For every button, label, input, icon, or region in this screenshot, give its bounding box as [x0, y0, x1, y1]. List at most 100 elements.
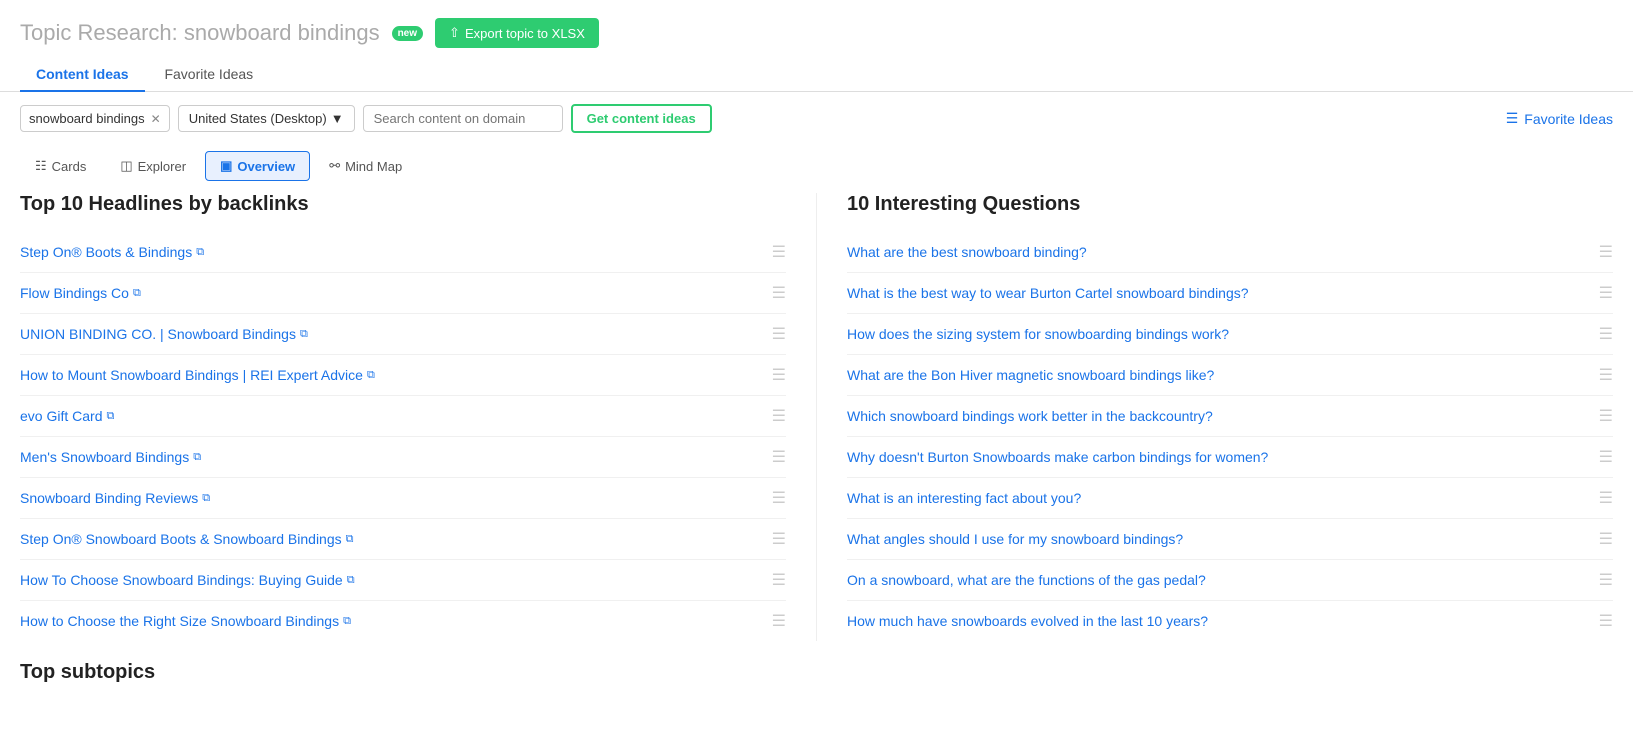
- favorite-icon[interactable]: ☰: [772, 365, 786, 385]
- tab-content-ideas[interactable]: Content Ideas: [20, 58, 145, 92]
- list-item: What angles should I use for my snowboar…: [847, 519, 1613, 560]
- list-icon: ☰: [1506, 110, 1519, 127]
- external-link-icon: ⧉: [106, 410, 114, 423]
- favorite-icon[interactable]: ☰: [1599, 529, 1613, 549]
- headline-link[interactable]: UNION BINDING CO. | Snowboard Bindings ⧉: [20, 326, 308, 342]
- headline-link[interactable]: evo Gift Card ⧉: [20, 408, 114, 424]
- view-tab-mindmap-label: Mind Map: [345, 159, 402, 174]
- headline-text: How To Choose Snowboard Bindings: Buying…: [20, 572, 343, 588]
- external-link-icon: ⧉: [193, 451, 201, 464]
- table-row: Step On® Snowboard Boots & Snowboard Bin…: [20, 519, 786, 560]
- headline-text: How to Mount Snowboard Bindings | REI Ex…: [20, 367, 363, 383]
- external-link-icon: ⧉: [133, 287, 141, 300]
- view-tab-cards[interactable]: ☷ Cards: [20, 151, 101, 181]
- view-tab-cards-label: Cards: [52, 159, 87, 174]
- headline-text: Step On® Boots & Bindings: [20, 244, 192, 260]
- domain-search-input[interactable]: [363, 105, 563, 132]
- headline-link[interactable]: Flow Bindings Co ⧉: [20, 285, 141, 301]
- favorite-icon[interactable]: ☰: [772, 324, 786, 344]
- export-label: Export topic to XLSX: [465, 26, 585, 41]
- table-row: Step On® Boots & Bindings ⧉ ☰: [20, 232, 786, 273]
- external-link-icon: ⧉: [347, 574, 355, 587]
- page-header: Topic Research: snowboard bindings new ⇧…: [0, 0, 1633, 58]
- headline-link[interactable]: How to Mount Snowboard Bindings | REI Ex…: [20, 367, 375, 383]
- location-dropdown[interactable]: United States (Desktop) ▼: [178, 105, 355, 132]
- favorite-icon[interactable]: ☰: [772, 242, 786, 262]
- favorite-icon[interactable]: ☰: [1599, 570, 1613, 590]
- favorite-icon[interactable]: ☰: [1599, 611, 1613, 631]
- table-row: How to Mount Snowboard Bindings | REI Ex…: [20, 355, 786, 396]
- questions-panel: 10 Interesting Questions What are the be…: [816, 193, 1613, 641]
- list-item: How does the sizing system for snowboard…: [847, 314, 1613, 355]
- mindmap-icon: ⚯: [329, 158, 340, 174]
- question-text[interactable]: How does the sizing system for snowboard…: [847, 326, 1229, 342]
- external-link-icon: ⧉: [202, 492, 210, 505]
- tab-favorite-ideas[interactable]: Favorite Ideas: [148, 58, 269, 92]
- headline-text: How to Choose the Right Size Snowboard B…: [20, 613, 339, 629]
- headline-text: UNION BINDING CO. | Snowboard Bindings: [20, 326, 296, 342]
- favorite-icon[interactable]: ☰: [1599, 488, 1613, 508]
- title-prefix: Topic Research:: [20, 20, 178, 45]
- table-row: UNION BINDING CO. | Snowboard Bindings ⧉…: [20, 314, 786, 355]
- table-icon: ◫: [120, 158, 132, 174]
- table-row: evo Gift Card ⧉ ☰: [20, 396, 786, 437]
- external-link-icon: ⧉: [367, 369, 375, 382]
- view-tab-mindmap[interactable]: ⚯ Mind Map: [314, 151, 417, 181]
- view-tab-explorer-label: Explorer: [138, 159, 186, 174]
- favorite-icon[interactable]: ☰: [772, 570, 786, 590]
- page-title: Topic Research: snowboard bindings: [20, 20, 380, 46]
- question-text[interactable]: What is an interesting fact about you?: [847, 490, 1081, 506]
- headlines-list: Step On® Boots & Bindings ⧉ ☰ Flow Bindi…: [20, 232, 786, 641]
- questions-title: 10 Interesting Questions: [847, 193, 1613, 216]
- headline-link[interactable]: Snowboard Binding Reviews ⧉: [20, 490, 210, 506]
- overview-icon: ▣: [220, 158, 232, 174]
- question-text[interactable]: On a snowboard, what are the functions o…: [847, 572, 1206, 588]
- export-icon: ⇧: [449, 25, 460, 41]
- headline-link[interactable]: Step On® Snowboard Boots & Snowboard Bin…: [20, 531, 353, 547]
- question-text[interactable]: What are the best snowboard binding?: [847, 244, 1087, 260]
- question-text[interactable]: Which snowboard bindings work better in …: [847, 408, 1213, 424]
- headline-link[interactable]: How to Choose the Right Size Snowboard B…: [20, 613, 351, 629]
- headline-text: Snowboard Binding Reviews: [20, 490, 198, 506]
- question-text[interactable]: Why doesn't Burton Snowboards make carbo…: [847, 449, 1268, 465]
- table-row: How to Choose the Right Size Snowboard B…: [20, 601, 786, 641]
- keyword-tag: snowboard bindings ✕: [20, 105, 170, 132]
- favorite-icon[interactable]: ☰: [1599, 242, 1613, 262]
- headline-link[interactable]: Men's Snowboard Bindings ⧉: [20, 449, 201, 465]
- headline-link[interactable]: How To Choose Snowboard Bindings: Buying…: [20, 572, 355, 588]
- question-text[interactable]: What is the best way to wear Burton Cart…: [847, 285, 1249, 301]
- question-text[interactable]: What are the Bon Hiver magnetic snowboar…: [847, 367, 1214, 383]
- headline-link[interactable]: Step On® Boots & Bindings ⧉: [20, 244, 204, 260]
- location-text: United States (Desktop): [189, 111, 327, 126]
- favorite-icon[interactable]: ☰: [1599, 283, 1613, 303]
- headline-text: Men's Snowboard Bindings: [20, 449, 189, 465]
- get-ideas-label: Get content ideas: [587, 111, 696, 126]
- favorite-icon[interactable]: ☰: [772, 529, 786, 549]
- external-link-icon: ⧉: [300, 328, 308, 341]
- question-text[interactable]: How much have snowboards evolved in the …: [847, 613, 1208, 629]
- question-text[interactable]: What angles should I use for my snowboar…: [847, 531, 1183, 547]
- keyword-close-icon[interactable]: ✕: [151, 112, 161, 126]
- export-button[interactable]: ⇧ Export topic to XLSX: [435, 18, 599, 48]
- favorite-icon[interactable]: ☰: [772, 283, 786, 303]
- favorite-icon[interactable]: ☰: [1599, 447, 1613, 467]
- favorite-icon[interactable]: ☰: [1599, 324, 1613, 344]
- chevron-down-icon: ▼: [331, 111, 344, 126]
- external-link-icon: ⧉: [196, 246, 204, 259]
- favorite-icon[interactable]: ☰: [1599, 365, 1613, 385]
- view-tab-explorer[interactable]: ◫ Explorer: [105, 151, 201, 181]
- outer-tabs: Content Ideas Favorite Ideas: [0, 58, 1633, 92]
- keyword-text: snowboard bindings: [29, 111, 145, 126]
- favorite-icon[interactable]: ☰: [772, 611, 786, 631]
- favorite-ideas-link[interactable]: ☰ Favorite Ideas: [1506, 110, 1613, 127]
- grid-icon: ☷: [35, 158, 47, 174]
- get-content-ideas-button[interactable]: Get content ideas: [571, 104, 712, 133]
- view-tab-overview[interactable]: ▣ Overview: [205, 151, 310, 181]
- favorite-icon[interactable]: ☰: [772, 488, 786, 508]
- table-row: Flow Bindings Co ⧉ ☰: [20, 273, 786, 314]
- favorite-icon[interactable]: ☰: [772, 406, 786, 426]
- external-link-icon: ⧉: [346, 533, 354, 546]
- favorite-icon[interactable]: ☰: [1599, 406, 1613, 426]
- favorite-icon[interactable]: ☰: [772, 447, 786, 467]
- headline-text: Flow Bindings Co: [20, 285, 129, 301]
